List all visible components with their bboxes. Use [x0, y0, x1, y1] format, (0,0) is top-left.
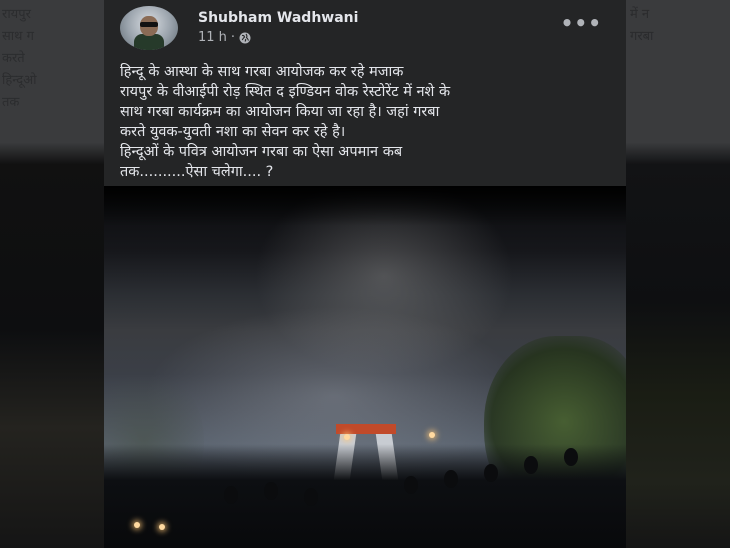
ghost-line: गरबा: [630, 29, 654, 44]
person: [444, 470, 458, 488]
ghost-line: रायपुर: [2, 7, 31, 22]
blurred-background-left: रायपुर साथ ग करते हिन्दूओ तक: [0, 0, 104, 548]
ghost-line: साथ ग: [2, 29, 34, 44]
person: [484, 464, 498, 482]
post-video[interactable]: [104, 186, 626, 548]
post-text-line: करते युवक-युवती नशा का सेवन कर रहे है।: [120, 124, 346, 140]
person: [404, 476, 418, 494]
avatar-body: [134, 34, 164, 50]
gate-top: [336, 424, 396, 434]
light-spot: [159, 524, 165, 530]
post-meta: 11 h ·: [198, 30, 251, 45]
person: [564, 448, 578, 466]
light-spot: [344, 434, 350, 440]
globe-icon: [239, 32, 251, 44]
crowd-silhouette: [104, 444, 626, 548]
ghost-text-right: में न गरबा: [626, 0, 730, 140]
post-text-line: रायपुर के वीआईपी रोड़ स्थित द इण्डियन वो…: [120, 84, 451, 100]
more-options-icon[interactable]: •••: [561, 13, 602, 33]
person: [524, 456, 538, 474]
ghost-text-left: रायपुर साथ ग करते हिन्दूओ तक: [0, 0, 104, 140]
person: [224, 486, 238, 504]
meta-separator: ·: [230, 30, 236, 45]
post-text-line: साथ गरबा कार्यक्रम का आयोजन किया जा रहा …: [120, 104, 440, 120]
post-time[interactable]: 11 h: [198, 30, 227, 45]
ghost-line: में न: [630, 7, 650, 22]
post-text-line: तक..........ऐसा चलेगा.... ?: [120, 164, 274, 180]
blurred-background-right: में न गरबा: [626, 0, 730, 548]
facebook-post: Shubham Wadhwani 11 h · ••• हिन्दू के आस…: [104, 0, 626, 548]
person: [264, 482, 278, 500]
post-text: हिन्दू के आस्था के साथ गरबा आयोजक कर रहे…: [120, 62, 620, 182]
ghost-line: करते: [2, 51, 25, 66]
person: [304, 488, 318, 506]
light-spot: [134, 522, 140, 528]
avatar[interactable]: [120, 6, 178, 50]
post-text-line: हिन्दूओं के पवित्र आयोजन गरबा का ऐसा अपम…: [120, 144, 403, 160]
post-text-line: हिन्दू के आस्था के साथ गरबा आयोजक कर रहे…: [120, 64, 404, 80]
author-name[interactable]: Shubham Wadhwani: [198, 10, 358, 26]
ghost-line: हिन्दूओ: [2, 73, 37, 88]
avatar-sunglasses: [140, 22, 158, 27]
night-sky: [104, 186, 626, 226]
light-spot: [429, 432, 435, 438]
post-header: Shubham Wadhwani 11 h · •••: [104, 0, 626, 54]
ghost-line: तक: [2, 95, 20, 110]
